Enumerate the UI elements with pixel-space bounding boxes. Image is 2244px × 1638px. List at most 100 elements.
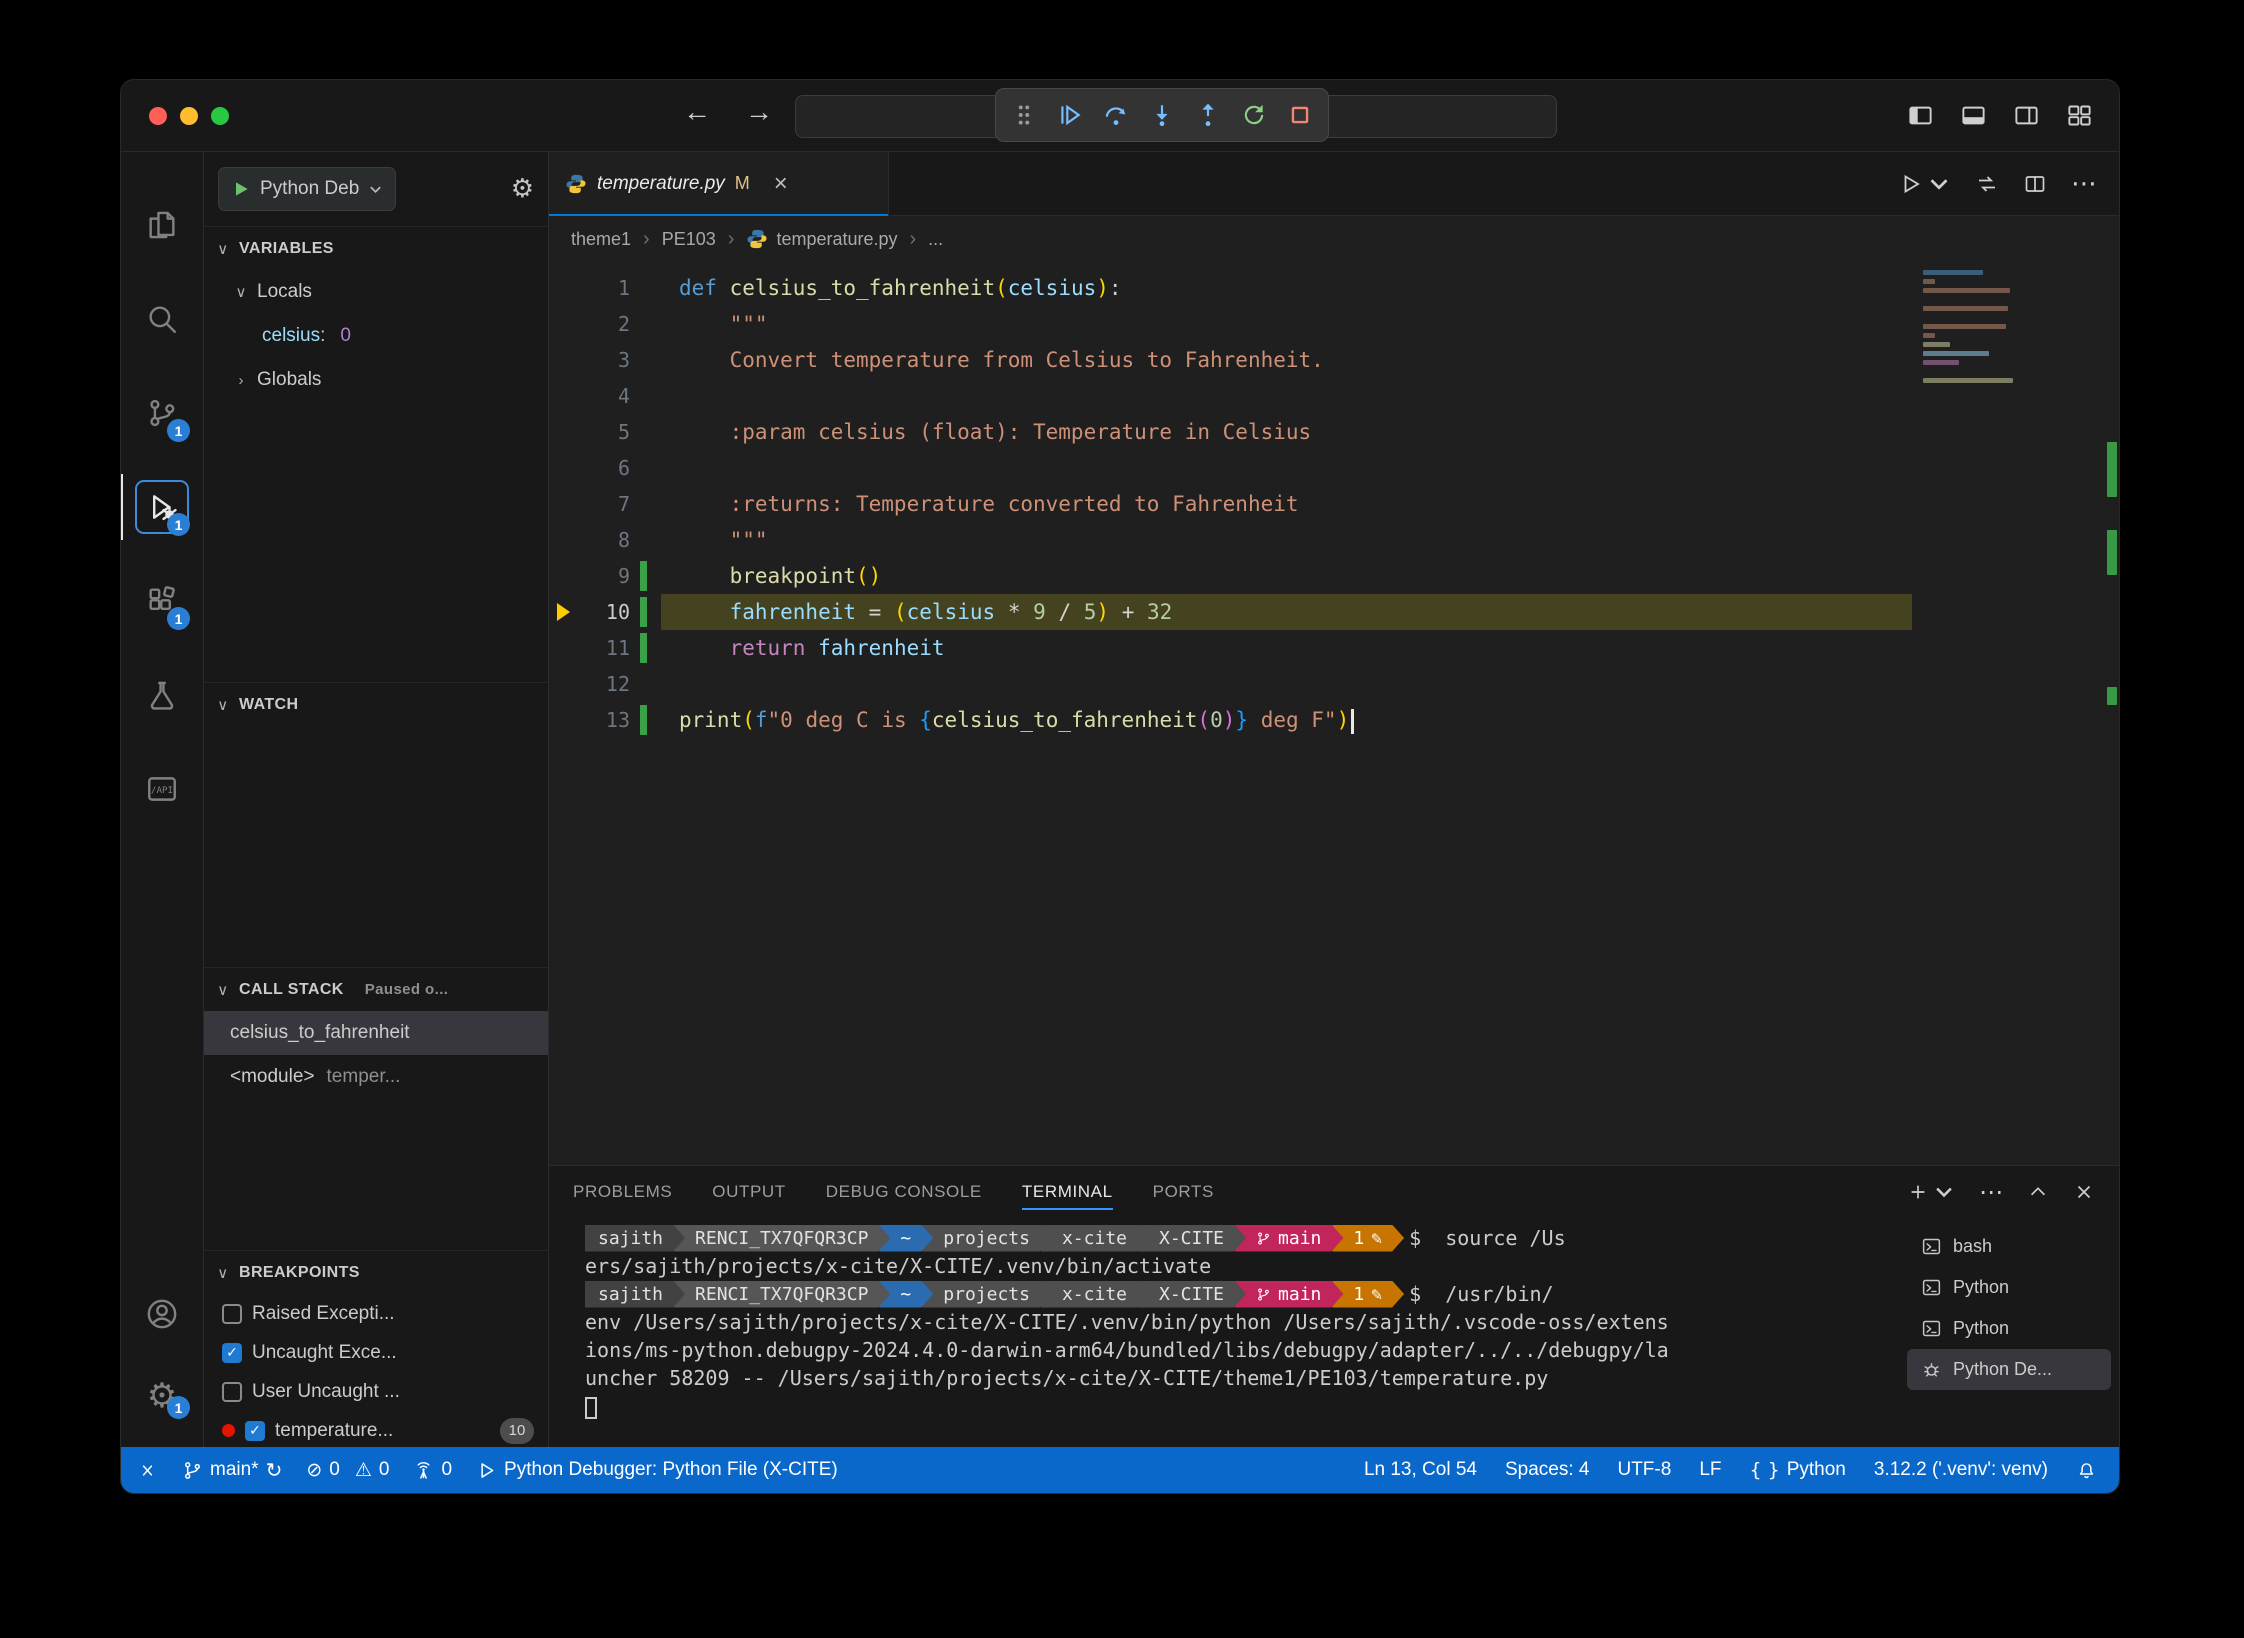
- code-line[interactable]: 5 :param celsius (float): Temperature in…: [549, 414, 1912, 450]
- editor-more-actions-icon[interactable]: ⋯: [2071, 171, 2097, 197]
- breakpoint-row[interactable]: Raised Excepti...: [204, 1294, 548, 1333]
- code-line[interactable]: 13print(f"0 deg C is {celsius_to_fahrenh…: [549, 702, 1912, 738]
- activity-item-run-and-debug[interactable]: 1: [121, 460, 203, 554]
- activity-item-api[interactable]: /API: [121, 742, 203, 836]
- overview-ruler[interactable]: [2105, 262, 2119, 1165]
- panel-tab-problems[interactable]: PROBLEMS: [573, 1166, 672, 1218]
- breakpoint-checkbox[interactable]: [222, 1382, 242, 1402]
- code-editor[interactable]: 1def celsius_to_fahrenheit(celsius):2 ""…: [549, 262, 2119, 1165]
- call-stack-frame[interactable]: <module>temper...: [204, 1055, 548, 1099]
- terminal-instance-bash[interactable]: bash: [1907, 1226, 2111, 1267]
- breakpoints-section-header[interactable]: ∨ BREAKPOINTS: [204, 1250, 548, 1294]
- minimap[interactable]: [1917, 270, 2067, 387]
- panel-tab-ports[interactable]: PORTS: [1153, 1166, 1214, 1218]
- step-out-button[interactable]: [1194, 101, 1222, 129]
- stop-button[interactable]: [1286, 101, 1314, 129]
- code-gutter[interactable]: 7: [549, 486, 661, 522]
- breakpoint-row[interactable]: ✓temperature...10: [204, 1411, 548, 1447]
- drag-grip-icon[interactable]: [1010, 101, 1038, 129]
- statusbar-debug-status[interactable]: Python Debugger: Python File (X-CITE): [476, 1459, 838, 1481]
- close-window-button[interactable]: [149, 107, 167, 125]
- code-gutter[interactable]: 5: [549, 414, 661, 450]
- variables-section-header[interactable]: ∨ VARIABLES: [204, 226, 548, 270]
- terminal-prompt-line[interactable]: sajithRENCI_TX7QFQR3CP~projectsx-citeX-C…: [585, 1280, 1907, 1308]
- statusbar-language[interactable]: { }Python: [1750, 1459, 1846, 1481]
- panel-more-actions-icon[interactable]: ⋯: [1979, 1180, 2003, 1204]
- code-gutter[interactable]: 9: [549, 558, 661, 594]
- code-line[interactable]: 6: [549, 450, 1912, 486]
- statusbar-remote[interactable]: [137, 1460, 158, 1481]
- step-over-button[interactable]: [1102, 101, 1130, 129]
- activity-item-explorer[interactable]: [121, 178, 203, 272]
- step-into-button[interactable]: [1148, 101, 1176, 129]
- terminal-instance-python[interactable]: Python: [1907, 1308, 2111, 1349]
- code-line[interactable]: 9 breakpoint(): [549, 558, 1912, 594]
- new-terminal-button[interactable]: [1907, 1181, 1955, 1203]
- breakpoint-row[interactable]: ✓Uncaught Exce...: [204, 1333, 548, 1372]
- panel-tab-terminal[interactable]: TERMINAL: [1022, 1166, 1113, 1218]
- open-changes-icon[interactable]: [1975, 172, 1999, 196]
- breakpoint-checkbox[interactable]: ✓: [245, 1421, 265, 1441]
- statusbar-eol[interactable]: LF: [1699, 1459, 1721, 1481]
- terminal-text-line[interactable]: env /Users/sajith/projects/x-cite/X-CITE…: [585, 1308, 1907, 1336]
- activity-item-settings[interactable]: ⚙1: [121, 1355, 203, 1437]
- breakpoint-checkbox[interactable]: ✓: [222, 1343, 242, 1363]
- statusbar-branch[interactable]: main*↻: [182, 1458, 282, 1482]
- code-line[interactable]: 12: [549, 666, 1912, 702]
- activity-item-testing[interactable]: [121, 648, 203, 742]
- back-button[interactable]: ←: [683, 96, 711, 128]
- close-tab-icon[interactable]: ×: [774, 172, 788, 196]
- variable-row[interactable]: celsius:0: [204, 314, 548, 358]
- activity-item-source-control[interactable]: 1: [121, 366, 203, 460]
- breadcrumb-item[interactable]: theme1: [571, 229, 631, 250]
- breadcrumb-item[interactable]: ...: [928, 229, 943, 250]
- statusbar-problems[interactable]: ⊘0⚠0: [306, 1459, 389, 1481]
- breadcrumb-item[interactable]: temperature.py: [746, 228, 897, 250]
- code-line[interactable]: 1def celsius_to_fahrenheit(celsius):: [549, 270, 1912, 306]
- terminal-cursor-line[interactable]: [585, 1392, 1907, 1420]
- activity-item-extensions[interactable]: 1: [121, 554, 203, 648]
- toggle-panel-icon[interactable]: [1960, 102, 1987, 129]
- terminal-instance-python-de-[interactable]: Python De...: [1907, 1349, 2111, 1390]
- toggle-primary-sidebar-icon[interactable]: [1907, 102, 1934, 129]
- terminal-prompt-line[interactable]: sajithRENCI_TX7QFQR3CP~projectsx-citeX-C…: [585, 1224, 1907, 1252]
- call-stack-section-header[interactable]: ∨ CALL STACK Paused o...: [204, 967, 548, 1011]
- code-line[interactable]: 8 """: [549, 522, 1912, 558]
- code-gutter[interactable]: 2: [549, 306, 661, 342]
- terminal-text-line[interactable]: ions/ms-python.debugpy-2024.4.0-darwin-a…: [585, 1336, 1907, 1364]
- run-python-file-button[interactable]: [1899, 172, 1951, 196]
- panel-tab-debug-console[interactable]: DEBUG CONSOLE: [826, 1166, 982, 1218]
- split-editor-icon[interactable]: [2023, 172, 2047, 196]
- code-gutter[interactable]: 11: [549, 630, 661, 666]
- start-debugging-icon[interactable]: [231, 179, 251, 199]
- activity-item-accounts[interactable]: [121, 1273, 203, 1355]
- terminal-output[interactable]: sajithRENCI_TX7QFQR3CP~projectsx-citeX-C…: [549, 1218, 1907, 1447]
- code-gutter[interactable]: 3: [549, 342, 661, 378]
- code-line[interactable]: 7 :returns: Temperature converted to Fah…: [549, 486, 1912, 522]
- code-gutter[interactable]: 8: [549, 522, 661, 558]
- debug-settings-gear-icon[interactable]: ⚙: [511, 174, 534, 204]
- tab-temperature-py[interactable]: temperature.py M ×: [549, 152, 889, 215]
- customize-layout-icon[interactable]: [2066, 102, 2093, 129]
- locals-group[interactable]: ∨ Locals: [204, 270, 548, 314]
- maximize-panel-icon[interactable]: [2027, 1181, 2049, 1203]
- code-line[interactable]: 4: [549, 378, 1912, 414]
- forward-button[interactable]: →: [745, 96, 773, 128]
- activity-item-search[interactable]: [121, 272, 203, 366]
- code-line[interactable]: 3 Convert temperature from Celsius to Fa…: [549, 342, 1912, 378]
- statusbar-ports-forwarded[interactable]: 0: [413, 1459, 452, 1481]
- terminal-text-line[interactable]: uncher 58209 -- /Users/sajith/projects/x…: [585, 1364, 1907, 1392]
- code-gutter[interactable]: 12: [549, 666, 661, 702]
- terminal-text-line[interactable]: ers/sajith/projects/x-cite/X-CITE/.venv/…: [585, 1252, 1907, 1280]
- code-gutter[interactable]: 4: [549, 378, 661, 414]
- toggle-secondary-sidebar-icon[interactable]: [2013, 102, 2040, 129]
- code-gutter[interactable]: 10: [549, 594, 661, 630]
- panel-tab-output[interactable]: OUTPUT: [712, 1166, 785, 1218]
- code-gutter[interactable]: 13: [549, 702, 661, 738]
- minimize-window-button[interactable]: [180, 107, 198, 125]
- breakpoint-checkbox[interactable]: [222, 1304, 242, 1324]
- zoom-window-button[interactable]: [211, 107, 229, 125]
- code-line[interactable]: 10 fahrenheit = (celsius * 9 / 5) + 32: [549, 594, 1912, 630]
- statusbar-encoding[interactable]: UTF-8: [1617, 1459, 1671, 1481]
- call-stack-frame[interactable]: celsius_to_fahrenheit: [204, 1011, 548, 1055]
